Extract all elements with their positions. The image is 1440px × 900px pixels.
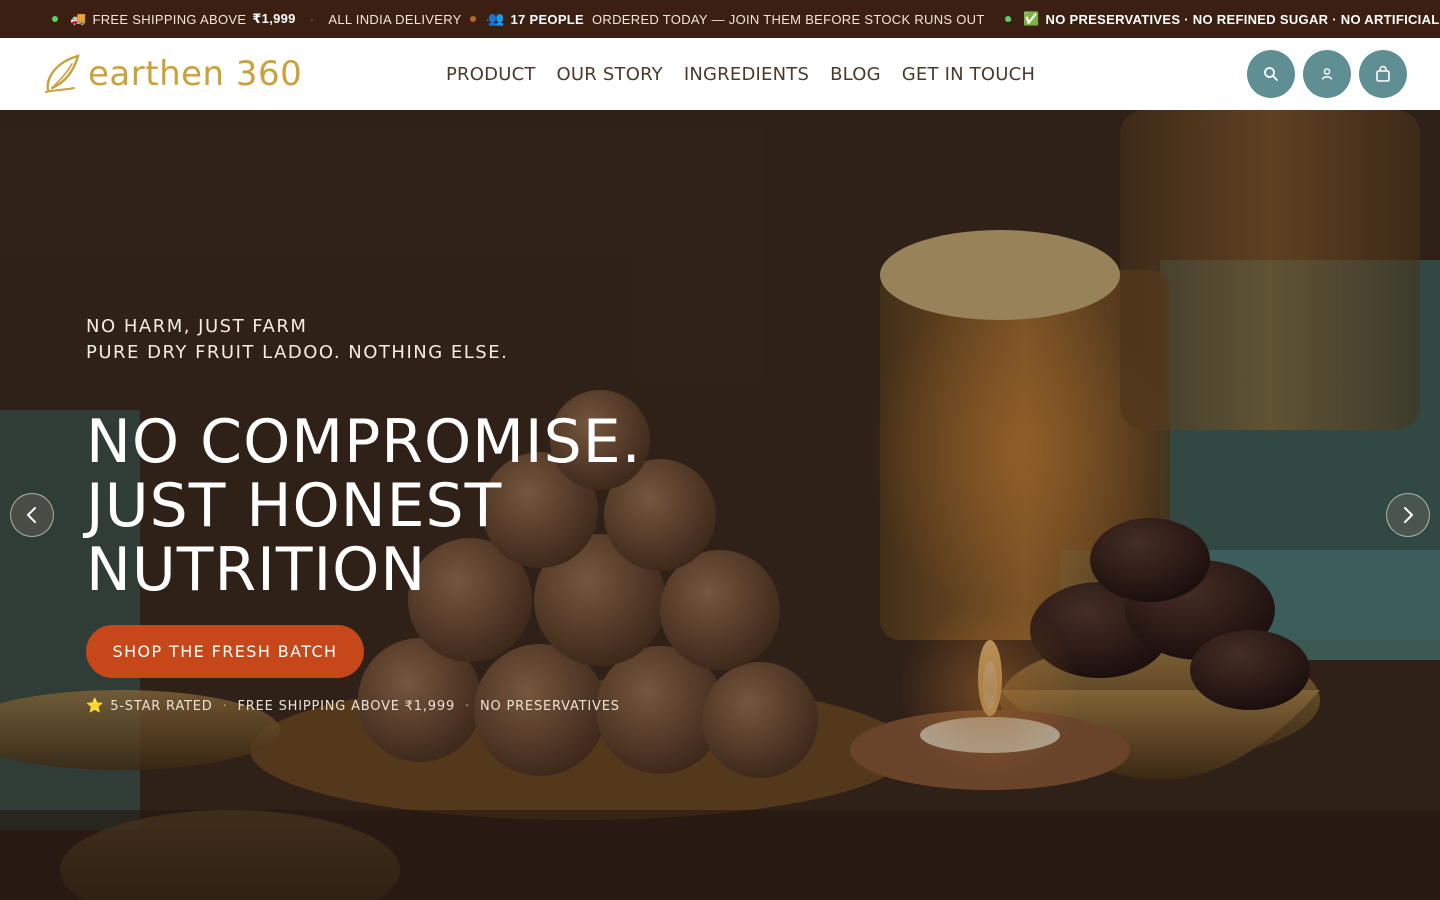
logo[interactable]: earthen 360: [42, 50, 302, 98]
hero-headline: NO COMPROMISE. JUST HONEST NUTRITION: [86, 410, 642, 602]
cart-button[interactable]: [1359, 50, 1407, 98]
announcement-text: ORDERED TODAY — JOIN THEM BEFORE STOCK R…: [592, 11, 985, 27]
slider-next-button[interactable]: [1386, 493, 1430, 537]
nav-our-story[interactable]: OUR STORY: [557, 64, 663, 85]
trust-item-rating: 5-STAR RATED: [110, 698, 213, 714]
hero-headline-line-2: JUST HONEST: [86, 471, 503, 541]
shop-fresh-batch-button[interactable]: SHOP THE FRESH BATCH: [86, 625, 364, 678]
cart-icon: [1376, 65, 1390, 82]
trust-badges: ⭐ 5-STAR RATED · FREE SHIPPING ABOVE ₹1,…: [86, 698, 620, 714]
hero-banner: NO HARM, JUST FARM PURE DRY FRUIT LADOO.…: [0, 110, 1440, 900]
truck-icon: 🚚: [70, 11, 87, 26]
separator: ·: [465, 698, 470, 714]
announcement-item-orders: 👥 17 PEOPLE ORDERED TODAY — JOIN THEM BE…: [470, 0, 1021, 38]
star-icon: ⭐: [86, 698, 105, 714]
check-icon: ✅: [1023, 11, 1040, 26]
chevron-left-icon: [27, 507, 36, 523]
hero-eyebrow: NO HARM, JUST FARM PURE DRY FRUIT LADOO.…: [86, 314, 508, 366]
main-nav: PRODUCT OUR STORY INGREDIENTS BLOG GET I…: [446, 38, 1035, 110]
separator: ·: [309, 11, 315, 27]
account-button[interactable]: [1303, 50, 1351, 98]
announcement-bar: 🚚 FREE SHIPPING ABOVE ₹1,999 · ALL INDIA…: [0, 0, 1440, 38]
announcement-item-shipping: 🚚 FREE SHIPPING ABOVE ₹1,999 · ALL INDIA…: [52, 0, 498, 38]
search-icon: [1264, 67, 1278, 81]
account-icon: [1321, 68, 1333, 80]
trust-item-shipping: FREE SHIPPING ABOVE ₹1,999: [237, 698, 456, 714]
status-dot: [1005, 16, 1011, 22]
announcement-amount: ₹1,999: [252, 11, 296, 26]
header-actions: [1247, 50, 1407, 98]
trust-item-preservatives: NO PRESERVATIVES: [479, 698, 620, 714]
hero-headline-line-1: NO COMPROMISE.: [86, 407, 642, 477]
nav-blog[interactable]: BLOG: [830, 64, 881, 85]
nav-get-in-touch[interactable]: GET IN TOUCH: [902, 64, 1035, 85]
chevron-right-icon: [1404, 507, 1413, 523]
site-header: earthen 360 PRODUCT OUR STORY INGREDIENT…: [0, 38, 1440, 110]
status-dot: [52, 16, 58, 22]
announcement-text: NO PRESERVATIVES · NO REFINED SUGAR · NO…: [1045, 11, 1440, 27]
slider-prev-button[interactable]: [10, 493, 54, 537]
hero-eyebrow-line-2: PURE DRY FRUIT LADOO. NOTHING ELSE.: [86, 342, 509, 363]
hero-eyebrow-line-1: NO HARM, JUST FARM: [86, 316, 308, 337]
announcement-text: FREE SHIPPING ABOVE: [92, 11, 247, 27]
logo-text: earthen 360: [88, 54, 303, 94]
people-icon: 👥: [488, 11, 505, 26]
nav-ingredients[interactable]: INGREDIENTS: [684, 64, 809, 85]
search-button[interactable]: [1247, 50, 1295, 98]
separator: ·: [222, 698, 228, 714]
announcement-count: 17 PEOPLE: [510, 11, 585, 27]
announcement-item-ingredients: ✅ NO PRESERVATIVES · NO REFINED SUGAR · …: [1005, 0, 1440, 38]
nav-product[interactable]: PRODUCT: [446, 64, 536, 85]
announcement-text: ALL INDIA DELIVERY: [328, 11, 462, 27]
status-dot: [470, 16, 476, 22]
hero-headline-line-3: NUTRITION: [86, 535, 427, 605]
leaf-logo-icon: [45, 54, 80, 93]
